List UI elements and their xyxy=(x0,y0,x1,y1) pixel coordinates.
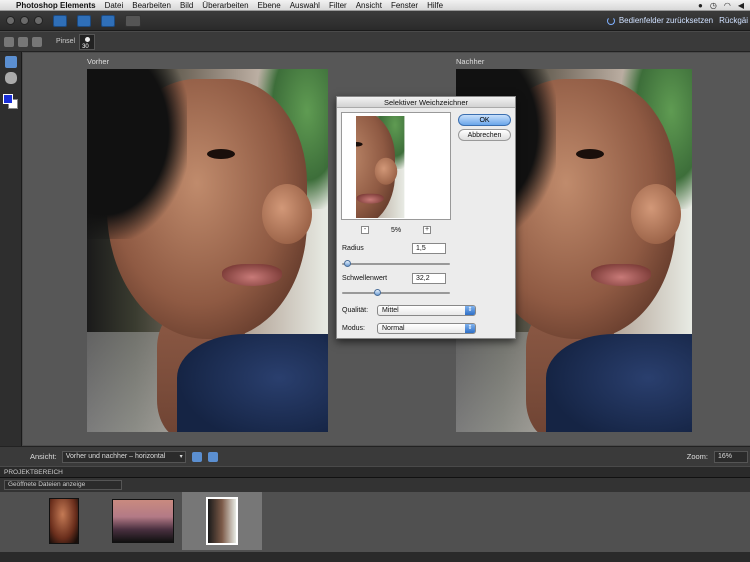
preview-zoom-value: 5% xyxy=(390,226,402,234)
reset-panels-label: Bedienfelder zurücksetzen xyxy=(618,16,714,25)
after-label: Nachher xyxy=(456,57,485,66)
quality-label: Qualität: xyxy=(342,307,369,314)
wifi-icon[interactable]: ◠ xyxy=(724,1,731,10)
select-arrows-icon: ⇕ xyxy=(465,306,475,315)
swap-view-icon[interactable] xyxy=(207,451,218,462)
zoom-window-icon[interactable] xyxy=(34,16,43,25)
zoom-out-button[interactable]: - xyxy=(361,226,369,234)
before-image[interactable] xyxy=(87,69,328,432)
reset-panels-button[interactable]: Bedienfelder zurücksetzen xyxy=(606,16,719,25)
view-mode-value: Vorher und nachher – horizontal xyxy=(65,452,166,460)
zoom-label: Zoom: xyxy=(686,452,708,461)
project-bin-toolbar: Geöffnete Dateien anzeige xyxy=(0,478,750,492)
mode-value: Normal xyxy=(382,325,405,332)
menu-status-icons: ● ◷ ◠ ◀ xyxy=(698,1,750,10)
cancel-button[interactable]: Abbrechen xyxy=(458,129,511,141)
threshold-slider-thumb[interactable] xyxy=(374,289,382,296)
before-label: Vorher xyxy=(87,57,110,66)
preview-zoom-row: - 5% + xyxy=(361,226,431,234)
menu-bild[interactable]: Bild xyxy=(180,1,193,10)
foreground-color-swatch[interactable] xyxy=(3,94,13,104)
menu-bar: Photoshop Elements Datei Bearbeiten Bild… xyxy=(0,0,750,11)
threshold-slider[interactable] xyxy=(342,289,450,296)
zoom-tool-icon[interactable] xyxy=(4,56,17,68)
brush-tool-icon[interactable] xyxy=(4,36,14,47)
menu-app-name[interactable]: Photoshop Elements xyxy=(16,1,96,10)
mode-label: Modus: xyxy=(342,325,365,332)
sync-view-icon[interactable] xyxy=(191,451,202,462)
bin-thumbnail[interactable] xyxy=(44,492,84,550)
menu-hilfe[interactable]: Hilfe xyxy=(427,1,443,10)
organizer-button[interactable] xyxy=(53,14,67,27)
bin-filter-select[interactable]: Geöffnete Dateien anzeige xyxy=(4,480,122,490)
minimize-window-icon[interactable] xyxy=(20,16,29,25)
brush-label: Pinsel xyxy=(56,38,76,45)
bin-thumbnail-selected[interactable] xyxy=(182,492,262,550)
select-arrows-icon: ⇕ xyxy=(465,324,475,333)
menu-fenster[interactable]: Fenster xyxy=(391,1,418,10)
close-window-icon[interactable] xyxy=(6,16,15,25)
brush-mode-icon[interactable] xyxy=(32,36,42,47)
undo-button[interactable]: Rückgäi xyxy=(719,16,750,25)
menu-auswahl[interactable]: Auswahl xyxy=(290,1,320,10)
dialog-title: Selektiver Weichzeichner xyxy=(337,97,515,108)
view-bar: Ansicht: Vorher und nachher – horizontal… xyxy=(0,446,750,466)
radius-label: Radius xyxy=(342,245,364,252)
ok-button[interactable]: OK xyxy=(458,114,511,126)
menu-ueberarbeiten[interactable]: Überarbeiten xyxy=(202,1,248,10)
menu-ansicht[interactable]: Ansicht xyxy=(356,1,382,10)
brush-size-value: 30 xyxy=(82,43,89,50)
tool-options-bar: Pinsel 30 xyxy=(0,32,750,52)
mode-select[interactable]: Normal ⇕ xyxy=(377,323,476,334)
radius-slider-thumb[interactable] xyxy=(344,260,352,267)
radius-slider[interactable] xyxy=(342,260,450,267)
menu-ebene[interactable]: Ebene xyxy=(258,1,281,10)
threshold-label: Schwellenwert xyxy=(342,275,388,282)
menu-filter[interactable]: Filter xyxy=(329,1,347,10)
filter-preview[interactable] xyxy=(341,112,451,220)
project-bin-title: PROJEKTBEREICH xyxy=(0,467,750,478)
zoom-input[interactable]: 16% xyxy=(714,450,748,463)
view-mode-select[interactable]: Vorher und nachher – horizontal ▾ xyxy=(61,450,186,463)
status-icon[interactable]: ● xyxy=(698,1,703,10)
reset-icon xyxy=(606,16,615,25)
quality-select[interactable]: Mittel ⇕ xyxy=(377,305,476,316)
quality-value: Mittel xyxy=(382,307,399,314)
zoom-in-button[interactable]: + xyxy=(423,226,431,234)
layout-grid-icon[interactable] xyxy=(125,14,141,27)
hand-tool-icon[interactable] xyxy=(4,72,17,84)
clock-icon[interactable]: ◷ xyxy=(710,1,717,10)
brush-size-picker[interactable]: 30 xyxy=(79,33,96,50)
brush-preset-icon[interactable] xyxy=(18,36,28,47)
radius-input[interactable]: 1,5 xyxy=(412,243,446,254)
help-icon[interactable] xyxy=(101,14,115,27)
threshold-input[interactable]: 32,2 xyxy=(412,273,446,284)
menu-bearbeiten[interactable]: Bearbeiten xyxy=(132,1,171,10)
view-label: Ansicht: xyxy=(30,452,57,461)
app-bar: Bedienfelder zurücksetzen Rückgäi xyxy=(0,11,750,31)
save-icon[interactable] xyxy=(77,14,91,27)
toolbox xyxy=(0,52,22,462)
selective-blur-dialog: Selektiver Weichzeichner - 5% + OK Abbre… xyxy=(336,96,516,339)
menu-datei[interactable]: Datei xyxy=(105,1,124,10)
chevron-down-icon: ▾ xyxy=(179,453,183,460)
volume-icon[interactable]: ◀ xyxy=(738,1,744,10)
project-bin xyxy=(0,492,750,552)
brush-tip-icon xyxy=(85,36,91,42)
bin-filter-value: Geöffnete Dateien anzeige xyxy=(8,481,86,488)
status-strip xyxy=(0,552,750,562)
bin-thumbnail[interactable] xyxy=(108,492,178,550)
